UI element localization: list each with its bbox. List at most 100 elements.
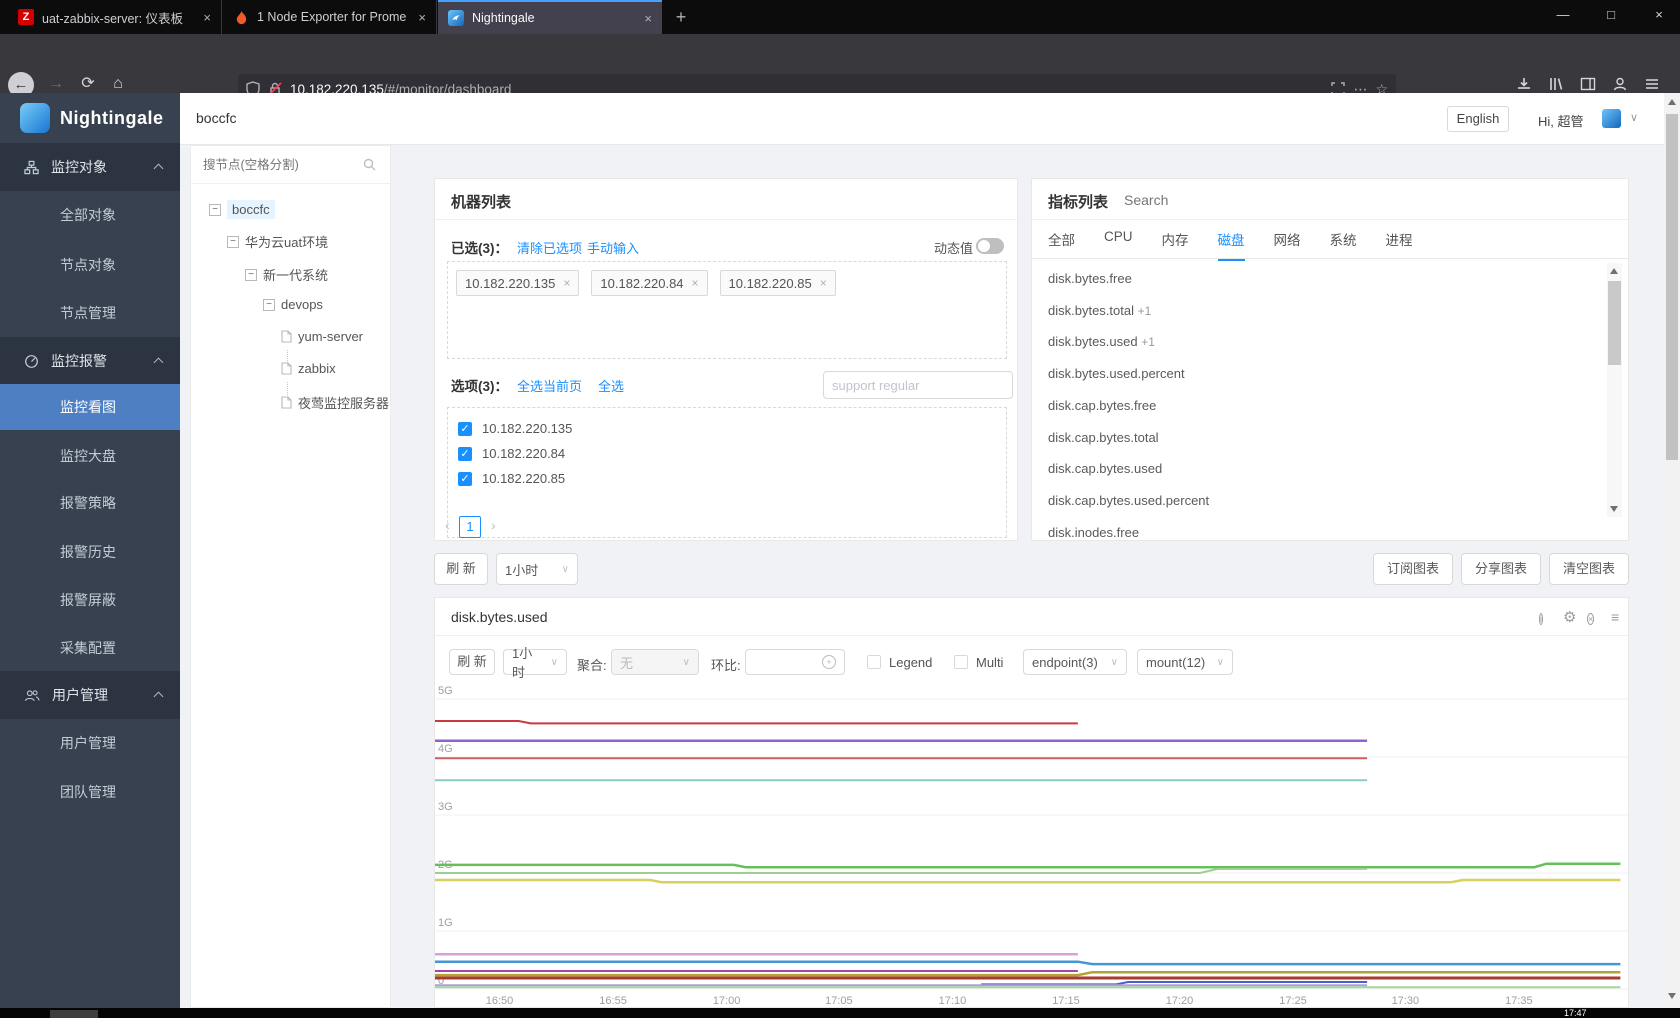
browser-tab[interactable]: Nightingale × — [438, 0, 662, 34]
metric-item[interactable]: disk.bytes.free — [1048, 271, 1132, 286]
sidebar-group-监控对象[interactable]: 监控对象 — [0, 143, 180, 191]
selected-machine-chip[interactable]: 10.182.220.135 × — [456, 270, 580, 296]
tree-search-input[interactable] — [201, 153, 356, 177]
metric-tab-内存[interactable]: 内存 — [1162, 229, 1189, 261]
subscribe-charts-button[interactable]: 订阅图表 — [1373, 553, 1453, 585]
aggregate-select[interactable]: 无 ∨ — [611, 649, 699, 675]
sidebar-item-用户管理[interactable]: 用户管理 — [0, 720, 180, 766]
metric-item[interactable]: disk.bytes.total +1 — [1048, 303, 1151, 318]
language-button[interactable]: English — [1447, 106, 1509, 132]
tab-close-icon[interactable]: × — [199, 10, 211, 25]
list-icon[interactable]: ≡ — [1611, 609, 1619, 625]
metric-tab-系统[interactable]: 系统 — [1330, 229, 1357, 261]
disk-bytes-used-chart[interactable]: 5G4G3G2G1G016:50 16:55 17:00 17:05 17:10 17:1… — [435, 681, 1629, 1008]
library-icon[interactable] — [1548, 76, 1564, 92]
menu-icon[interactable] — [1644, 76, 1660, 92]
metric-item[interactable]: disk.inodes.free — [1048, 525, 1139, 540]
metric-item[interactable]: disk.cap.bytes.used — [1048, 461, 1162, 476]
page-scrollbar[interactable] — [1664, 93, 1680, 1008]
sidebar-item-全部对象[interactable]: 全部对象 — [0, 192, 180, 238]
tree-node-zabbix[interactable]: zabbix — [281, 361, 336, 376]
tree-node-label[interactable]: zabbix — [298, 361, 336, 376]
machine-option-row[interactable]: ✓ 10.182.220.84 — [452, 441, 1002, 466]
tab-close-icon[interactable]: × — [414, 10, 426, 25]
metric-item[interactable]: disk.bytes.used.percent — [1048, 366, 1185, 381]
close-circle-icon[interactable]: × — [1587, 610, 1595, 625]
chart-period-select[interactable]: 1小时 ∨ — [503, 646, 567, 680]
metric-item[interactable]: disk.bytes.used +1 — [1048, 334, 1155, 349]
clear-selected-link[interactable]: 清除已选项 — [517, 238, 582, 257]
sidebar-item-报警策略[interactable]: 报警策略 — [0, 480, 180, 526]
page-prev-icon[interactable]: ‹ — [445, 517, 450, 533]
sidebar-item-节点对象[interactable]: 节点对象 — [0, 242, 180, 288]
machine-option-row[interactable]: ✓ 10.182.220.135 — [452, 416, 1002, 441]
machine-filter-input[interactable] — [823, 371, 1013, 399]
tree-node-label[interactable]: boccfc — [227, 200, 275, 219]
legend-checkbox[interactable] — [867, 655, 881, 669]
page-number[interactable]: 1 — [459, 516, 481, 538]
metric-tab-网络[interactable]: 网络 — [1274, 229, 1301, 261]
mount-select[interactable]: mount(12) ∨ — [1137, 649, 1233, 675]
downloads-icon[interactable] — [1516, 76, 1532, 92]
multi-checkbox[interactable] — [954, 655, 968, 669]
sidebar-item-监控大盘[interactable]: 监控大盘 — [0, 433, 180, 479]
metric-list-scrollbar[interactable] — [1607, 263, 1622, 517]
sidebar-group-监控报警[interactable]: 监控报警 — [0, 337, 180, 385]
sidebar-item-报警屏蔽[interactable]: 报警屏蔽 — [0, 577, 180, 623]
sidebar-group-用户管理[interactable]: 用户管理 — [0, 671, 180, 719]
metric-tab-CPU[interactable]: CPU — [1104, 229, 1133, 261]
sidebar-item-节点管理[interactable]: 节点管理 — [0, 290, 180, 336]
tab-close-icon[interactable]: × — [640, 11, 652, 26]
tree-collapse-icon[interactable]: − — [227, 235, 239, 248]
page-next-icon[interactable]: › — [491, 517, 496, 533]
refresh-button[interactable]: 刷 新 — [434, 553, 488, 585]
metric-item[interactable]: disk.cap.bytes.used.percent — [1048, 493, 1209, 508]
tree-node-yum-server[interactable]: yum-server — [281, 329, 363, 344]
tree-collapse-icon[interactable]: − — [209, 203, 221, 216]
circle-plus-icon[interactable]: + — [822, 655, 836, 669]
avatar[interactable] — [1602, 109, 1621, 128]
tree-node-boccfc[interactable]: − boccfc — [209, 200, 275, 219]
endpoint-select[interactable]: endpoint(3) ∨ — [1023, 649, 1127, 675]
manual-input-link[interactable]: 手动输入 — [587, 238, 639, 257]
window-maximize-button[interactable]: □ — [1588, 0, 1634, 30]
browser-tab[interactable]: Zuat-zabbix-server: 仪表板 × — [8, 0, 222, 34]
checkbox-checked-icon[interactable]: ✓ — [458, 446, 472, 461]
checkbox-checked-icon[interactable]: ✓ — [458, 471, 472, 486]
tree-node-label[interactable]: devops — [281, 297, 323, 312]
chart-refresh-button[interactable]: 刷 新 — [449, 649, 495, 675]
sidebars-icon[interactable] — [1580, 76, 1596, 92]
user-greeting[interactable]: Hi, 超管 — [1538, 111, 1584, 130]
tree-node-label[interactable]: 新一代系统 — [263, 265, 328, 284]
period-select[interactable]: 1小时 ∨ — [496, 553, 578, 585]
metric-tab-全部[interactable]: 全部 — [1048, 229, 1075, 261]
sidebar-item-采集配置[interactable]: 采集配置 — [0, 625, 180, 671]
checkbox-checked-icon[interactable]: ✓ — [458, 421, 472, 436]
sidebar-item-报警历史[interactable]: 报警历史 — [0, 529, 180, 575]
metric-tab-进程[interactable]: 进程 — [1386, 229, 1413, 261]
selected-machine-chip[interactable]: 10.182.220.85 × — [719, 270, 836, 296]
logo[interactable]: Nightingale — [0, 93, 180, 143]
select-current-page-link[interactable]: 全选当前页 — [517, 376, 582, 395]
chip-remove-icon[interactable]: × — [820, 276, 827, 290]
taskbar-app-button[interactable] — [50, 1010, 98, 1018]
tree-node-label[interactable]: yum-server — [298, 329, 363, 344]
search-icon[interactable] — [363, 158, 376, 171]
chip-remove-icon[interactable]: × — [563, 276, 570, 290]
new-tab-button[interactable]: + — [668, 4, 694, 30]
metric-item[interactable]: disk.cap.bytes.total — [1048, 430, 1159, 445]
metrics-search-input[interactable] — [1122, 188, 1302, 212]
selected-machine-chip[interactable]: 10.182.220.84 × — [591, 270, 708, 296]
tree-node-夜莺监控服务器[interactable]: 夜莺监控服务器 — [281, 393, 389, 412]
machine-option-row[interactable]: ✓ 10.182.220.85 — [452, 466, 1002, 491]
window-close-button[interactable]: × — [1636, 0, 1680, 30]
gear-icon[interactable]: ⚙ — [1563, 608, 1576, 626]
info-icon[interactable]: i — [1539, 610, 1543, 625]
account-icon[interactable] — [1612, 76, 1628, 92]
tree-node-devops[interactable]: − devops — [263, 297, 323, 312]
metric-tab-磁盘[interactable]: 磁盘 — [1217, 229, 1245, 261]
tree-collapse-icon[interactable]: − — [263, 298, 275, 311]
tree-collapse-icon[interactable]: − — [245, 268, 257, 281]
sidebar-item-团队管理[interactable]: 团队管理 — [0, 769, 180, 815]
tree-node-label[interactable]: 华为云uat环境 — [245, 232, 328, 251]
